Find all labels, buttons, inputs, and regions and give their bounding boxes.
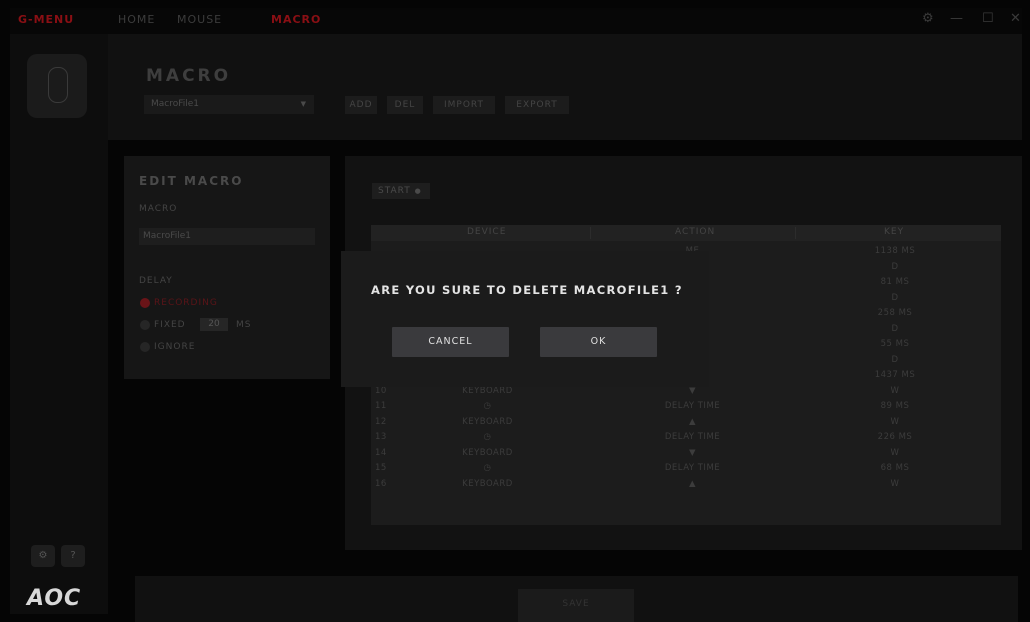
edit-macro-title: EDIT MACRO — [139, 174, 244, 188]
close-icon[interactable]: ✕ — [1010, 11, 1021, 26]
fixed-delay-input[interactable]: 20 — [200, 318, 228, 331]
row-key: W — [890, 385, 900, 396]
mouse-icon — [48, 67, 68, 103]
cancel-button[interactable]: CANCEL — [392, 327, 509, 357]
macro-file-select[interactable]: MacroFile1 ▼ — [144, 95, 314, 114]
import-button[interactable]: IMPORT — [433, 96, 495, 114]
row-number: 11 — [375, 401, 387, 411]
save-button[interactable]: SAVE — [518, 589, 634, 622]
row-key: W — [890, 416, 900, 427]
row-action: ▲ — [688, 416, 697, 427]
row-key: D — [891, 323, 899, 334]
sidebar — [10, 34, 108, 614]
row-key: W — [890, 478, 900, 489]
brand-logo: AOC — [27, 586, 82, 611]
page-title: MACRO — [146, 66, 232, 86]
row-action: DELAY TIME — [664, 432, 721, 442]
column-action: ACTION — [675, 227, 716, 237]
row-device: ◷ — [483, 432, 492, 442]
del-button[interactable]: DEL — [387, 96, 423, 114]
row-action: ▼ — [688, 447, 697, 458]
fixed-radio[interactable] — [140, 320, 150, 330]
column-device: DEVICE — [467, 227, 507, 237]
macro-file-select-value: MacroFile1 — [151, 99, 200, 109]
row-device: KEYBOARD — [462, 416, 513, 427]
title-bar — [10, 8, 1022, 34]
row-key: 81 MS — [880, 277, 910, 287]
sidebar-settings-button[interactable]: ⚙ — [31, 545, 55, 567]
row-number: 16 — [375, 478, 387, 489]
settings-icon[interactable]: ⚙ — [922, 11, 934, 26]
row-key: 55 MS — [880, 339, 910, 349]
row-key: 89 MS — [880, 401, 910, 411]
ignore-label: IGNORE — [154, 342, 196, 352]
chevron-down-icon: ▼ — [300, 100, 306, 108]
macro-header — [108, 34, 1022, 140]
row-key: 258 MS — [877, 308, 913, 318]
column-divider — [590, 227, 591, 239]
row-device: ◷ — [483, 463, 492, 473]
row-device: ◷ — [483, 401, 492, 411]
row-device: KEYBOARD — [462, 385, 513, 396]
app-logo: G-MENU — [18, 13, 75, 26]
row-device: KEYBOARD — [462, 478, 513, 489]
nav-home[interactable]: HOME — [118, 13, 155, 26]
recording-label: RECORDING — [154, 298, 218, 308]
nav-macro[interactable]: MACRO — [271, 13, 321, 26]
delay-label: DELAY — [139, 276, 173, 286]
help-button[interactable]: ? — [61, 545, 85, 567]
fixed-label: FIXED — [154, 320, 186, 330]
column-divider — [795, 227, 796, 239]
recording-radio[interactable] — [140, 298, 150, 308]
minimize-icon[interactable]: — — [950, 11, 963, 26]
row-device: KEYBOARD — [462, 447, 513, 458]
row-key: 1437 MS — [874, 370, 916, 380]
row-action: ▲ — [688, 478, 697, 489]
export-button[interactable]: EXPORT — [505, 96, 569, 114]
row-number: 15 — [375, 463, 387, 473]
confirm-delete-dialog — [341, 251, 709, 387]
row-key: 1138 MS — [874, 246, 916, 256]
row-number: 13 — [375, 432, 387, 442]
row-key: D — [891, 261, 899, 272]
ms-label: MS — [236, 320, 252, 330]
row-action: ▼ — [688, 385, 697, 396]
nav-mouse[interactable]: MOUSE — [177, 13, 222, 26]
macro-name-field[interactable]: MacroFile1 — [139, 228, 315, 245]
row-number: 14 — [375, 447, 387, 458]
maximize-icon[interactable]: ☐ — [982, 11, 994, 26]
row-key: 68 MS — [880, 463, 910, 473]
macro-label: MACRO — [139, 204, 178, 214]
ok-button[interactable]: OK — [540, 327, 657, 357]
row-action: DELAY TIME — [664, 463, 721, 473]
row-key: D — [891, 292, 899, 303]
dialog-message: ARE YOU SURE TO DELETE MACROFILE1 ? — [371, 283, 683, 297]
start-record-button[interactable]: START ● — [372, 183, 430, 199]
row-key: D — [891, 354, 899, 365]
add-button[interactable]: ADD — [345, 96, 377, 114]
ignore-radio[interactable] — [140, 342, 150, 352]
row-number: 12 — [375, 416, 387, 427]
record-dot-icon: ● — [414, 187, 422, 195]
column-key: KEY — [884, 227, 905, 237]
row-key: W — [890, 447, 900, 458]
row-action: DELAY TIME — [664, 401, 721, 411]
row-key: 226 MS — [877, 432, 913, 442]
row-number: 10 — [375, 385, 387, 396]
start-label: START — [378, 186, 411, 196]
